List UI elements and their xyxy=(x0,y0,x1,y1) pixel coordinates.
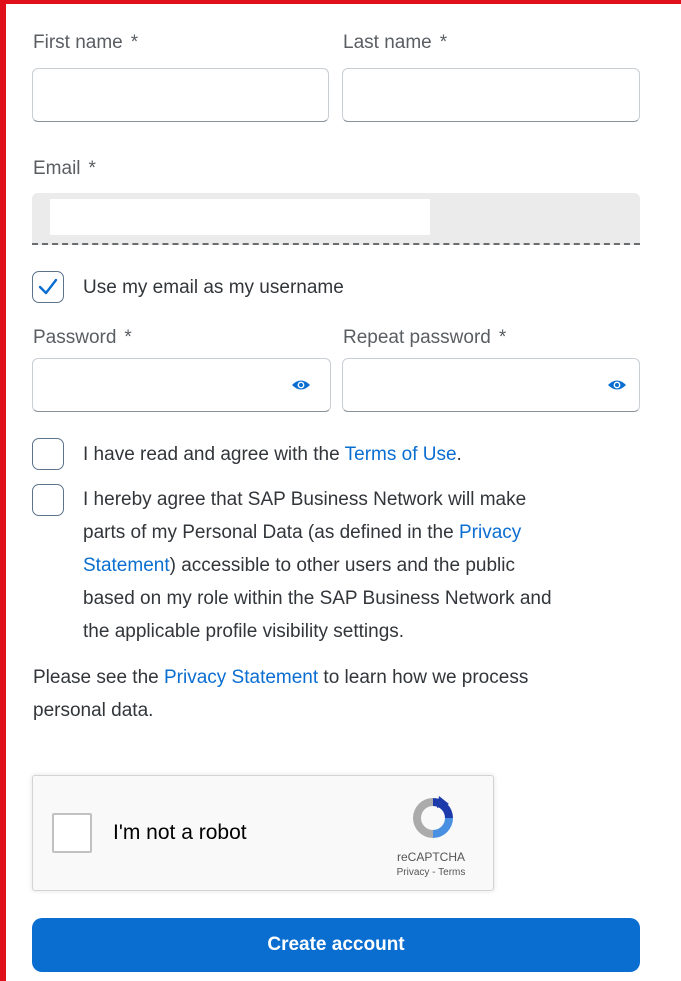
first-name-label: First name * xyxy=(33,32,138,54)
privacy-statement-link[interactable]: Privacy Statement xyxy=(164,667,318,688)
privacy-notice-text: Please see the xyxy=(33,667,164,688)
last-name-label: Last name * xyxy=(343,32,447,54)
privacy-statement-link[interactable]: Privacy xyxy=(459,522,521,543)
required-marker: * xyxy=(498,327,507,348)
email-label: Email * xyxy=(33,158,96,180)
privacy-consent-line: I hereby agree that SAP Business Network… xyxy=(83,489,527,510)
terms-suffix-text: . xyxy=(456,444,462,465)
first-name-label-text: First name xyxy=(33,32,123,53)
required-marker: * xyxy=(88,158,96,179)
terms-prefix-text: I have read and agree with the xyxy=(83,444,345,465)
recaptcha-checkbox[interactable] xyxy=(52,813,92,853)
frame-border-top xyxy=(0,0,681,4)
privacy-consent-line: the applicable profile visibility settin… xyxy=(83,621,405,642)
show-password-eye-icon[interactable] xyxy=(291,378,311,392)
recaptcha-logo-icon xyxy=(413,796,453,838)
email-input[interactable] xyxy=(32,193,640,245)
frame-border-left xyxy=(0,0,6,981)
email-redaction xyxy=(50,199,430,235)
privacy-consent-text: parts of my Personal Data (as defined in… xyxy=(83,522,459,543)
last-name-label-text: Last name xyxy=(343,32,432,53)
recaptcha-brand: reCAPTCHA xyxy=(396,850,465,864)
privacy-notice-line: personal data. xyxy=(33,700,154,721)
privacy-consent-line: parts of my Personal Data (as defined in… xyxy=(83,516,643,549)
use-email-username-label: Use my email as my username xyxy=(83,277,344,298)
privacy-notice-line: Please see the Privacy Statement to lear… xyxy=(33,661,633,694)
password-input[interactable] xyxy=(32,358,331,412)
last-name-input[interactable] xyxy=(342,68,640,122)
privacy-consent-label: I hereby agree that SAP Business Network… xyxy=(83,483,643,648)
repeat-password-label: Repeat password * xyxy=(343,327,506,349)
recaptcha-label: I'm not a robot xyxy=(113,821,247,844)
repeat-password-label-text: Repeat password xyxy=(343,327,491,348)
terms-of-use-link[interactable]: Terms of Use xyxy=(345,444,457,465)
create-account-button[interactable]: Create account xyxy=(32,918,640,972)
first-name-input[interactable] xyxy=(32,68,329,122)
recaptcha-widget: I'm not a robot reCAPTCHA Privacy - Term… xyxy=(32,775,494,891)
recaptcha-links[interactable]: Privacy - Terms xyxy=(383,867,479,878)
password-label-text: Password xyxy=(33,327,117,348)
required-marker: * xyxy=(124,327,132,348)
privacy-consent-text: ) accessible to other users and the publ… xyxy=(169,555,515,576)
repeat-password-input[interactable] xyxy=(342,358,640,412)
email-label-text: Email xyxy=(33,158,81,179)
terms-of-use-checkbox[interactable] xyxy=(32,438,64,470)
privacy-statement-link[interactable]: Statement xyxy=(83,555,170,576)
checkmark-icon xyxy=(38,278,58,295)
required-marker: * xyxy=(130,32,139,53)
privacy-notice: Please see the Privacy Statement to lear… xyxy=(33,661,633,727)
terms-of-use-label: I have read and agree with the Terms of … xyxy=(83,438,462,471)
privacy-consent-line: based on my role within the SAP Business… xyxy=(83,588,552,609)
privacy-consent-line: Statement) accessible to other users and… xyxy=(83,549,643,582)
use-email-username-checkbox[interactable] xyxy=(32,271,64,303)
required-marker: * xyxy=(439,32,448,53)
password-label: Password * xyxy=(33,327,132,349)
show-repeat-password-eye-icon[interactable] xyxy=(607,378,627,392)
privacy-consent-checkbox[interactable] xyxy=(32,484,64,516)
privacy-notice-text: to learn how we process xyxy=(318,667,529,688)
